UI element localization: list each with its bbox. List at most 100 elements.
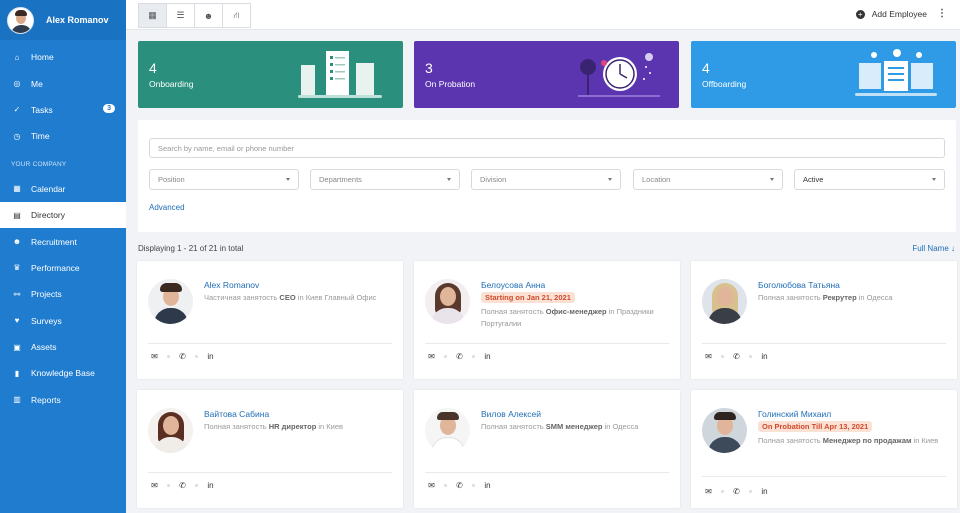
team-view-icon: ☻ <box>203 10 214 21</box>
sidebar-item-projects[interactable]: ⚯ Projects <box>0 281 126 307</box>
sidebar-item-assets[interactable]: ▣ Assets <box>0 334 126 360</box>
card-divider <box>148 343 392 344</box>
phone-icon[interactable]: ✆ <box>454 481 465 490</box>
card-actions: ✉ ✆ in <box>703 487 770 496</box>
sidebar-section-label: YOUR COMPANY <box>11 161 67 169</box>
filter-panel: Position Departments Division Location A… <box>138 120 956 232</box>
sidebar-item-label: Knowledge Base <box>31 368 95 379</box>
grid-view-icon: ▦ <box>148 10 157 20</box>
heart-icon: ♥ <box>14 316 20 326</box>
employee-role: HR директор <box>268 422 317 431</box>
list-view-button[interactable]: ☰ <box>166 3 195 28</box>
sidebar-item-knowledge-base[interactable]: ▮ Knowledge Base <box>0 360 126 386</box>
advanced-filters-link[interactable]: Advanced <box>149 203 185 212</box>
employee-card[interactable]: Боголюбова Татьяна Полная занятость Рекр… <box>691 261 957 379</box>
envelope-icon[interactable]: ✉ <box>703 487 714 496</box>
offboarding-count: 4 <box>702 60 710 76</box>
division-select-value: Division <box>480 175 507 184</box>
envelope-icon[interactable]: ✉ <box>426 352 437 361</box>
sidebar-item-surveys[interactable]: ♥ Surveys <box>0 308 126 334</box>
book-icon: ▮ <box>14 368 20 378</box>
avatar[interactable] <box>7 6 34 34</box>
linkedin-icon[interactable]: in <box>205 352 216 361</box>
team-view-button[interactable]: ☻ <box>194 3 223 28</box>
on-probation-card[interactable]: 3 On Probation <box>414 41 679 108</box>
sidebar-item-label: Performance <box>31 262 80 273</box>
employee-photo[interactable] <box>425 279 470 324</box>
sidebar-item-tasks[interactable]: ✓ Tasks 3 <box>0 97 126 123</box>
linkedin-icon[interactable]: in <box>205 481 216 490</box>
sidebar-item-label: Directory <box>31 210 66 221</box>
user-profile[interactable]: Alex Romanov <box>0 0 126 40</box>
search-input[interactable] <box>149 138 945 158</box>
add-employee-label: Add Employee <box>871 9 927 19</box>
envelope-icon[interactable]: ✉ <box>149 481 160 490</box>
linkedin-icon[interactable]: in <box>759 487 770 496</box>
sidebar-item-label: Projects <box>31 289 62 300</box>
sort-by-full-name[interactable]: Full Name ↓ <box>912 244 955 253</box>
employee-name[interactable]: Белоусова Анна <box>481 280 545 290</box>
employee-name[interactable]: Вайтова Сабина <box>204 409 269 419</box>
grid-view-button[interactable]: ▦ <box>138 3 167 28</box>
linkedin-icon[interactable]: in <box>759 352 770 361</box>
division-select[interactable]: Division <box>471 169 621 190</box>
employee-role: Рекрутер <box>822 293 857 302</box>
employee-card[interactable]: Вилов Алексей Полная занятость SMM менед… <box>414 390 680 508</box>
position-select-value: Position <box>158 175 185 184</box>
card-divider <box>425 472 669 473</box>
linkedin-icon[interactable]: in <box>482 481 493 490</box>
sidebar-item-time[interactable]: ◷ Time <box>0 123 126 149</box>
org-chart-button[interactable]: ⛙ <box>222 3 251 28</box>
employee-name[interactable]: Alex Romanov <box>204 280 259 290</box>
employee-name[interactable]: Голинский Михаил <box>758 409 831 419</box>
employee-card[interactable]: Alex Romanov Частичная занятость CEO in … <box>137 261 403 379</box>
onboarding-label: Onboarding <box>149 79 194 89</box>
phone-icon[interactable]: ✆ <box>731 487 742 496</box>
chevron-down-icon <box>770 178 774 181</box>
more-options-icon[interactable]: ⋮ <box>937 8 947 19</box>
sidebar-item-home[interactable]: ⌂ Home <box>0 44 126 70</box>
trophy-icon: ♛ <box>13 263 21 273</box>
sidebar-item-recruitment[interactable]: ☻ Recruitment <box>0 228 126 254</box>
sidebar-item-me[interactable]: ◎ Me <box>0 70 126 96</box>
employee-name[interactable]: Боголюбова Татьяна <box>758 280 840 290</box>
status-badge: Starting on Jan 21, 2021 <box>481 292 575 303</box>
sidebar-item-directory[interactable]: ▤ Directory <box>0 201 126 229</box>
envelope-icon[interactable]: ✉ <box>149 352 160 361</box>
user-circle-icon: ◎ <box>13 79 21 89</box>
phone-icon[interactable]: ✆ <box>177 352 188 361</box>
offboarding-card[interactable]: 4 Offboarding <box>691 41 956 108</box>
onboarding-card[interactable]: 4 Onboarding <box>138 41 403 108</box>
sidebar-item-reports[interactable]: ▥ Reports <box>0 387 126 413</box>
departments-select[interactable]: Departments <box>310 169 460 190</box>
phone-icon[interactable]: ✆ <box>454 352 465 361</box>
sidebar-item-performance[interactable]: ♛ Performance <box>0 255 126 281</box>
employee-photo[interactable] <box>425 408 470 453</box>
employee-photo[interactable] <box>702 408 747 453</box>
phone-icon[interactable]: ✆ <box>731 352 742 361</box>
sidebar-item-calendar[interactable]: ▦ Calendar <box>0 176 126 202</box>
location-select[interactable]: Location <box>633 169 783 190</box>
on-probation-label: On Probation <box>425 79 476 89</box>
linkedin-icon[interactable]: in <box>482 352 493 361</box>
card-actions: ✉ ✆ in <box>149 352 216 361</box>
position-select[interactable]: Position <box>149 169 299 190</box>
employee-photo[interactable] <box>148 408 193 453</box>
envelope-icon[interactable]: ✉ <box>703 352 714 361</box>
envelope-icon[interactable]: ✉ <box>426 481 437 490</box>
sidebar-item-label: Recruitment <box>31 236 77 247</box>
status-select[interactable]: Active <box>794 169 945 190</box>
employee-photo[interactable] <box>702 279 747 324</box>
employee-name[interactable]: Вилов Алексей <box>481 409 541 419</box>
add-employee-button[interactable]: + Add Employee <box>855 9 927 19</box>
employee-card[interactable]: Вайтова Сабина Полная занятость HR дирек… <box>137 390 403 508</box>
employee-card[interactable]: Голинский Михаил On Probation Till Apr 1… <box>691 390 957 508</box>
employee-photo[interactable] <box>148 279 193 324</box>
home-icon: ⌂ <box>14 52 20 62</box>
status-badge: On Probation Till Apr 13, 2021 <box>758 421 873 432</box>
clock-illustration <box>578 53 660 97</box>
employee-card[interactable]: Белоусова Анна Starting on Jan 21, 2021 … <box>414 261 680 379</box>
chevron-down-icon <box>447 178 451 181</box>
phone-icon[interactable]: ✆ <box>177 481 188 490</box>
employee-role: Офис-менеджер <box>545 307 607 316</box>
